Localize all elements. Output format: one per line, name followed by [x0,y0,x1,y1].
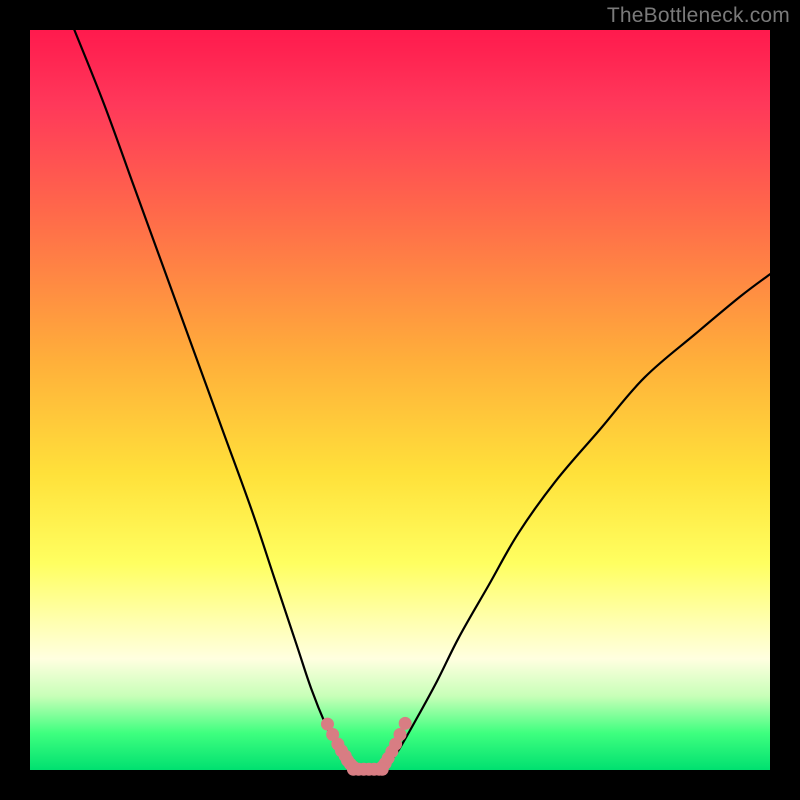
left-curve [74,30,348,770]
scatter-markers-right-dot [394,728,407,741]
chart-frame: TheBottleneck.com [0,0,800,800]
valley-floor-dot [376,763,389,776]
chart-svg [30,30,770,770]
watermark-text: TheBottleneck.com [607,4,790,28]
right-curve [385,274,770,770]
scatter-markers-right-dot [399,717,412,730]
plot-area [30,30,770,770]
